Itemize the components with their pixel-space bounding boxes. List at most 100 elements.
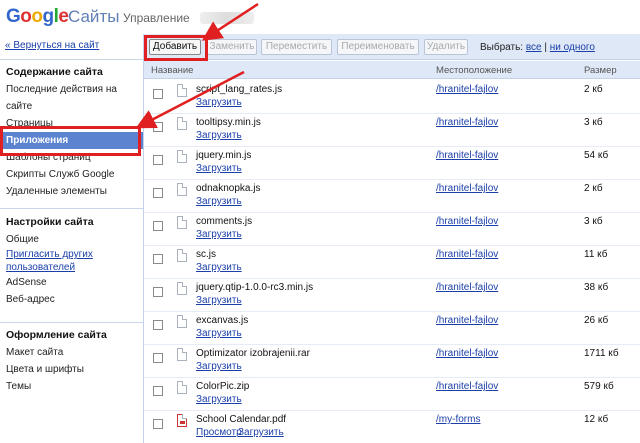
sidebar-item-web-address[interactable]: Веб-адрес	[0, 291, 143, 308]
download-link[interactable]: Загрузить	[196, 163, 242, 174]
row-checkbox[interactable]	[153, 353, 163, 363]
file-location-link[interactable]: /hranitel-fajlov	[436, 249, 498, 260]
download-link[interactable]: Загрузить	[196, 97, 242, 108]
table-row: jquery.qtip-1.0.0-rc3.min.js Загрузить /…	[144, 279, 640, 312]
download-link[interactable]: Загрузить	[196, 295, 242, 306]
download-link[interactable]: Загрузить	[238, 427, 284, 438]
file-location-link[interactable]: /hranitel-fajlov	[436, 315, 498, 326]
file-location-link[interactable]: /hranitel-fajlov	[436, 150, 498, 161]
sidebar-item-invite-cont[interactable]: пользователей	[0, 261, 143, 274]
file-icon	[177, 282, 187, 295]
logo-letter: e	[58, 6, 69, 27]
table-row: School Calendar.pdf Просмотр Загрузить /…	[144, 411, 640, 443]
column-header-size[interactable]: Размер	[584, 65, 617, 76]
row-checkbox[interactable]	[153, 221, 163, 231]
page-title: Управление	[123, 11, 190, 25]
header: Google Сайты Управление	[0, 0, 640, 34]
file-name: jquery.min.js	[196, 150, 252, 161]
file-icon	[177, 348, 187, 361]
file-size: 54 кб	[584, 150, 609, 161]
main-panel: Добавить Заменить Переместить Переименов…	[143, 34, 640, 443]
section-title: Содержание сайта	[6, 66, 103, 78]
download-link[interactable]: Загрузить	[196, 361, 242, 372]
file-size: 3 кб	[584, 216, 603, 227]
file-name: sc.js	[196, 249, 216, 260]
sidebar-item-general[interactable]: Общие	[0, 231, 143, 248]
logo-letter: G	[6, 6, 21, 27]
download-link[interactable]: Загрузить	[196, 229, 242, 240]
download-link[interactable]: Загрузить	[196, 328, 242, 339]
download-link[interactable]: Загрузить	[196, 196, 242, 207]
sidebar-item-invite[interactable]: Пригласить других	[0, 248, 143, 261]
file-location-link[interactable]: /hranitel-fajlov	[436, 183, 498, 194]
row-checkbox[interactable]	[153, 287, 163, 297]
section-title: Настройки сайта	[6, 216, 94, 228]
section-design: Оформление сайта Макет сайта Цвета и шри…	[0, 327, 143, 395]
google-logo[interactable]: Google	[6, 6, 69, 28]
sidebar-item-deleted-items[interactable]: Удаленные элементы	[0, 183, 143, 200]
file-size: 12 кб	[584, 414, 609, 425]
view-link[interactable]: Просмотр	[196, 427, 242, 438]
file-icon	[177, 84, 187, 97]
row-checkbox[interactable]	[153, 254, 163, 264]
sidebar-item-recent-activity-cont[interactable]: сайте	[0, 98, 143, 115]
file-name: odnaknopka.js	[196, 183, 261, 194]
file-location-link[interactable]: /my-forms	[436, 414, 480, 425]
sidebar-item-adsense[interactable]: AdSense	[0, 274, 143, 291]
download-link[interactable]: Загрузить	[196, 262, 242, 273]
file-size: 11 кб	[584, 249, 608, 260]
file-size: 1711 кб	[584, 348, 619, 359]
row-checkbox[interactable]	[153, 419, 163, 429]
section-settings: Настройки сайта Общие Пригласить других …	[0, 214, 143, 308]
delete-button[interactable]: Удалить	[424, 39, 468, 55]
back-to-site-link[interactable]: « Вернуться на сайт	[5, 40, 99, 51]
row-checkbox[interactable]	[153, 89, 163, 99]
row-checkbox[interactable]	[153, 188, 163, 198]
download-link[interactable]: Загрузить	[196, 130, 242, 141]
file-name: script_lang_rates.js	[196, 84, 283, 95]
file-location-link[interactable]: /hranitel-fajlov	[436, 84, 498, 95]
download-link[interactable]: Загрузить	[196, 394, 242, 405]
file-location-link[interactable]: /hranitel-fajlov	[436, 117, 498, 128]
divider	[0, 322, 143, 323]
sidebar: « Вернуться на сайт Содержание сайта Пос…	[0, 34, 143, 443]
move-button[interactable]: Переместить	[261, 39, 332, 55]
table-row: odnaknopka.js Загрузить /hranitel-fajlov…	[144, 180, 640, 213]
select-all-link[interactable]: все	[526, 42, 542, 53]
table-row: excanvas.js Загрузить /hranitel-fajlov 2…	[144, 312, 640, 345]
rename-button[interactable]: Переименовать	[337, 39, 419, 55]
sidebar-item-recent-activity[interactable]: Последние действия на	[0, 81, 143, 98]
table-row: comments.js Загрузить /hranitel-fajlov 3…	[144, 213, 640, 246]
file-name: tooltipsy.min.js	[196, 117, 261, 128]
table-header: Название Местоположение Размер	[144, 61, 640, 79]
file-size: 579 кб	[584, 381, 614, 392]
file-location-link[interactable]: /hranitel-fajlov	[436, 216, 498, 227]
file-name: excanvas.js	[196, 315, 249, 326]
replace-button[interactable]: Заменить	[207, 39, 257, 55]
row-checkbox[interactable]	[153, 122, 163, 132]
column-header-name[interactable]: Название	[151, 65, 193, 76]
sidebar-item-apps-scripts[interactable]: Скрипты Служб Google	[0, 166, 143, 183]
row-checkbox[interactable]	[153, 320, 163, 330]
file-location-link[interactable]: /hranitel-fajlov	[436, 381, 498, 392]
file-icon	[177, 183, 187, 196]
file-size: 26 кб	[584, 315, 609, 326]
column-header-location[interactable]: Местоположение	[436, 65, 512, 76]
logo-letter: g	[42, 6, 55, 27]
product-name: Сайты	[68, 7, 120, 26]
section-title: Оформление сайта	[6, 329, 107, 341]
pdf-file-icon	[177, 414, 187, 427]
file-location-link[interactable]: /hranitel-fajlov	[436, 282, 498, 293]
row-checkbox[interactable]	[153, 155, 163, 165]
site-name-redacted	[200, 12, 254, 24]
sidebar-item-layout[interactable]: Макет сайта	[0, 344, 143, 361]
divider	[0, 208, 143, 209]
table-row: script_lang_rates.js Загрузить /hranitel…	[144, 81, 640, 114]
file-icon	[177, 117, 187, 130]
select-none-link[interactable]: ни одного	[550, 42, 595, 53]
file-location-link[interactable]: /hranitel-fajlov	[436, 348, 498, 359]
file-icon	[177, 315, 187, 328]
sidebar-item-colors-fonts[interactable]: Цвета и шрифты	[0, 361, 143, 378]
sidebar-item-themes[interactable]: Темы	[0, 378, 143, 395]
row-checkbox[interactable]	[153, 386, 163, 396]
